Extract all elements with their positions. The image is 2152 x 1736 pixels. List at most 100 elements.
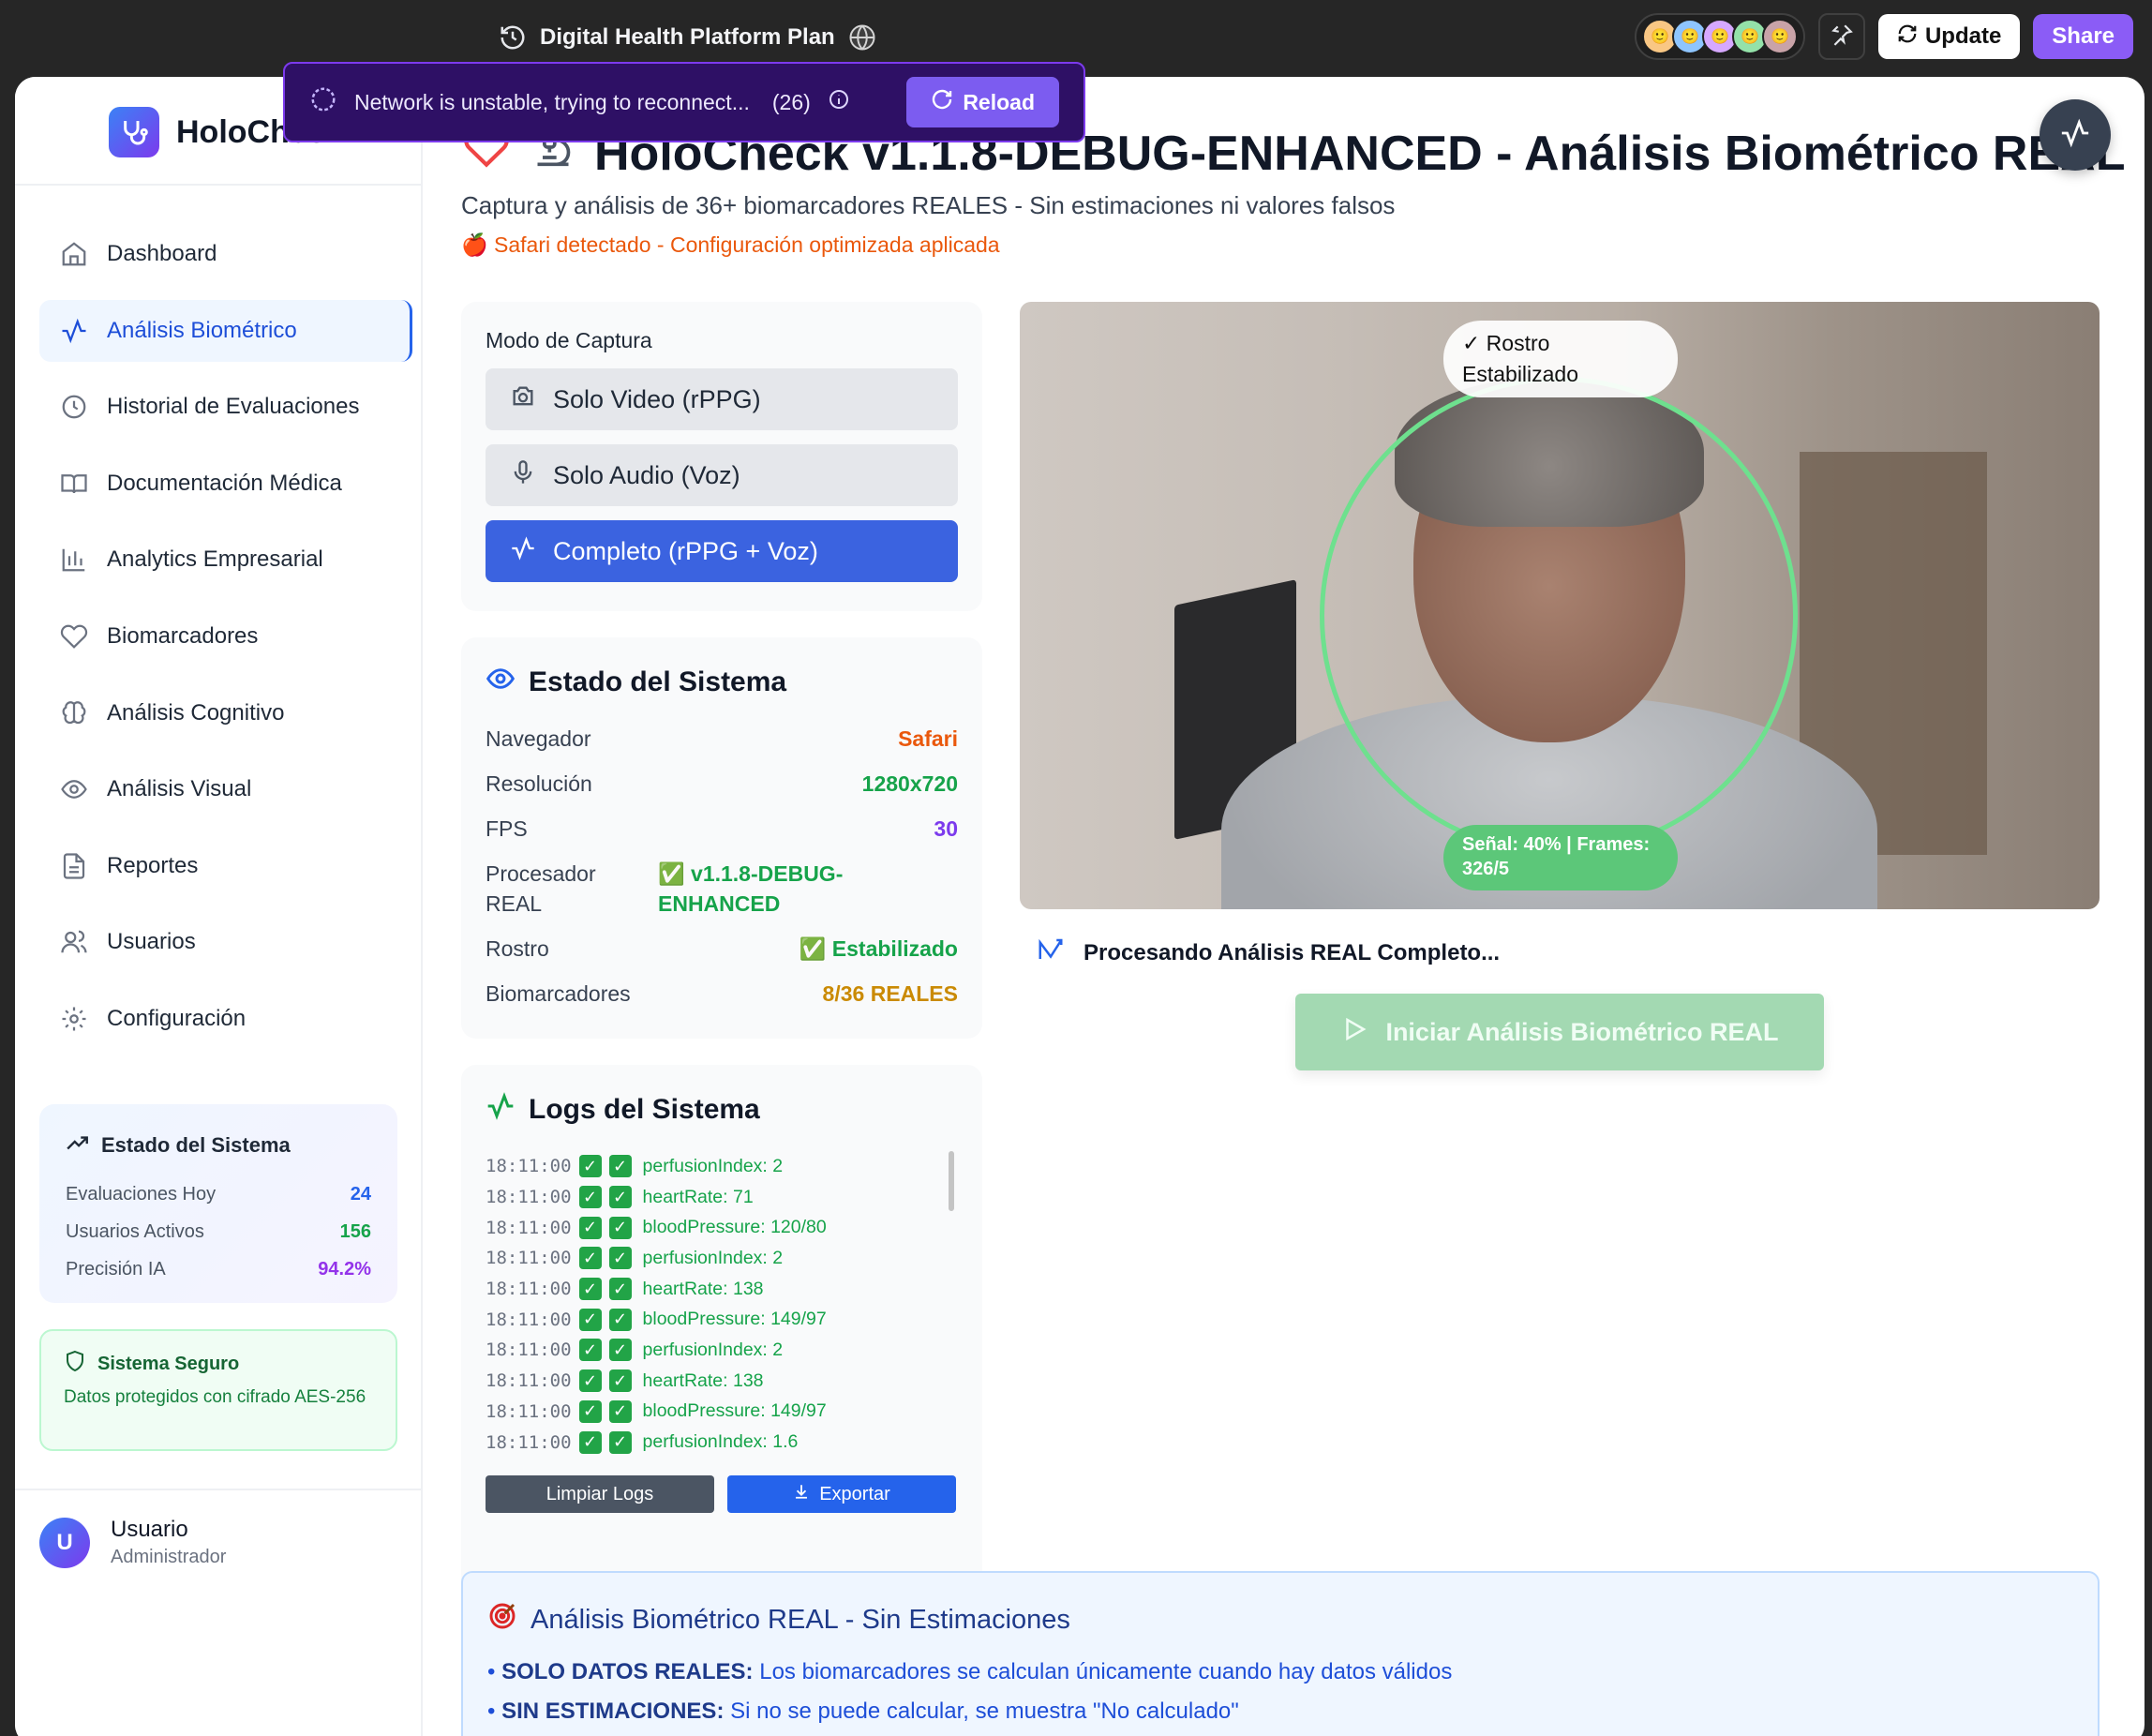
check-icon: ✓ — [578, 1430, 602, 1454]
sidebar-item-biomarcadores[interactable]: Biomarcadores — [39, 606, 412, 667]
log-entry: 18:11:00 ✓ ✓ heartRate: 138 — [486, 1369, 764, 1393]
avatar-icon: 🙂 — [1761, 19, 1798, 54]
target-icon — [487, 1601, 517, 1639]
clock-icon — [58, 391, 90, 423]
sidebar-item-historial[interactable]: Historial de Evaluaciones — [39, 376, 412, 438]
check-icon: ✓ — [608, 1278, 632, 1301]
sidebar-item-documentacion[interactable]: Documentación Médica — [39, 453, 412, 515]
status-row: Evaluaciones Hoy 24 — [66, 1183, 371, 1205]
scrollbar[interactable] — [949, 1151, 954, 1211]
eye-icon — [486, 664, 516, 701]
log-entry: 18:11:00 ✓ ✓ perfusionIndex: 2 — [486, 1247, 784, 1270]
activity-icon — [2059, 117, 2091, 154]
processing-status: Procesando Análisis REAL Completo... — [1037, 935, 1500, 970]
logs-title: Logs del Sistema — [486, 1091, 958, 1129]
trending-up-icon — [66, 1130, 90, 1160]
pin-icon — [1830, 22, 1854, 52]
state-row-navegador: Navegador Safari — [486, 726, 958, 751]
app-frame: HoloCheck Dashboard Análisis Biométrico … — [15, 77, 2145, 1736]
check-icon: ✓ — [608, 1155, 632, 1178]
secure-text: Datos protegidos con cifrado AES-256 — [64, 1387, 366, 1407]
info-title: Análisis Biométrico REAL - Sin Estimacio… — [487, 1601, 2073, 1639]
info-line: • SOLO DATOS REALES: Los biomarcadores s… — [487, 1659, 1453, 1684]
sidebar-item-analisis-biometrico[interactable]: Análisis Biométrico — [39, 299, 412, 362]
camera-icon — [510, 383, 536, 416]
info-box: Análisis Biométrico REAL - Sin Estimacio… — [461, 1571, 2100, 1736]
check-icon: ✓ — [608, 1430, 632, 1454]
sidebar-item-visual[interactable]: Análisis Visual — [39, 758, 412, 820]
update-button[interactable]: Update — [1877, 14, 2021, 59]
collaborator-avatars[interactable]: 🙂 🙂 🙂 🙂 🙂 — [1634, 13, 1805, 60]
user-profile[interactable]: U Usuario Administrador — [39, 1517, 226, 1568]
sidebar-status-card: Estado del Sistema Evaluaciones Hoy 24 U… — [39, 1104, 397, 1303]
globe-icon[interactable] — [848, 23, 876, 52]
clear-logs-button[interactable]: Limpiar Logs — [486, 1475, 714, 1513]
state-row-fps: FPS 30 — [486, 816, 958, 841]
check-icon: ✓ — [578, 1186, 602, 1209]
check-icon: ✓ — [578, 1339, 602, 1362]
user-name: Usuario — [111, 1517, 188, 1542]
state-row-biomarcadores: Biomarcadores 8/36 REALES — [486, 981, 958, 1006]
log-entry: 18:11:00 ✓ ✓ perfusionIndex: 2 — [486, 1339, 784, 1362]
network-toast: Network is unstable, trying to reconnect… — [283, 62, 1085, 142]
info-icon[interactable] — [828, 88, 850, 116]
logs-panel: Logs del Sistema 18:11:00 ✓ ✓ perfusionInde… — [461, 1065, 982, 1609]
signal-badge: Señal: 40% | Frames: 326/5 — [1443, 825, 1678, 890]
mode-complete-button[interactable]: Completo (rPPG + Voz) — [486, 520, 958, 582]
sidebar-item-cognitivo[interactable]: Análisis Cognitivo — [39, 682, 412, 744]
check-icon: ✓ — [608, 1247, 632, 1270]
system-state-panel: Estado del Sistema Navegador Safari Reso… — [461, 637, 982, 1039]
check-icon: ✓ — [578, 1247, 602, 1270]
share-button[interactable]: Share — [2033, 14, 2133, 59]
sidebar-item-label: Análisis Visual — [107, 776, 252, 802]
mode-audio-button[interactable]: Solo Audio (Voz) — [486, 444, 958, 506]
bar-chart-icon — [58, 544, 90, 576]
pin-button[interactable] — [1817, 13, 1865, 60]
sidebar-nav: Dashboard Análisis Biométrico Historial … — [39, 223, 412, 1065]
status-row: Usuarios Activos 156 — [66, 1220, 371, 1242]
sidebar-item-label: Analytics Empresarial — [107, 546, 323, 573]
status-row: Precisión IA 94.2% — [66, 1258, 371, 1280]
sidebar-item-configuracion[interactable]: Configuración — [39, 988, 412, 1050]
shield-icon — [64, 1350, 86, 1378]
toast-count: (26) — [771, 89, 811, 114]
project-title[interactable]: Digital Health Platform Plan — [499, 19, 876, 56]
reload-button[interactable]: Reload — [906, 77, 1059, 127]
sidebar-item-usuarios[interactable]: Usuarios — [39, 911, 412, 973]
sidebar: HoloCheck Dashboard Análisis Biométrico … — [15, 77, 423, 1736]
sidebar-item-dashboard[interactable]: Dashboard — [39, 223, 412, 285]
log-list[interactable]: 18:11:00 ✓ ✓ perfusionIndex: 2 18:11:00 ✓ ✓ he… — [486, 1151, 958, 1460]
mode-video-button[interactable]: Solo Video (rPPG) — [486, 368, 958, 430]
sidebar-item-label: Dashboard — [107, 241, 217, 266]
brain-icon — [58, 697, 90, 729]
mic-icon — [510, 459, 536, 492]
history-icon[interactable] — [499, 23, 527, 52]
activity-fab-button[interactable] — [2040, 99, 2111, 171]
toast-message: Network is unstable, trying to reconnect… — [354, 89, 750, 114]
home-icon — [58, 238, 90, 270]
face-status-badge: ✓ Rostro Estabilizado — [1443, 321, 1678, 397]
check-icon: ✓ — [608, 1216, 632, 1239]
check-icon: ✓ — [608, 1186, 632, 1209]
activity-icon — [58, 315, 90, 347]
capture-mode-panel: Modo de Captura Solo Video (rPPG) Solo A… — [461, 302, 982, 611]
stethoscope-icon — [109, 107, 159, 157]
sidebar-item-label: Documentación Médica — [107, 470, 342, 496]
sidebar-item-reportes[interactable]: Reportes — [39, 835, 412, 897]
sidebar-item-label: Reportes — [107, 852, 199, 878]
camera-feed: ✓ Rostro Estabilizado Señal: 40% | Frame… — [1020, 302, 2100, 909]
user-role: Administrador — [111, 1547, 227, 1567]
sidebar-item-analytics[interactable]: Analytics Empresarial — [39, 529, 412, 591]
log-entry: 18:11:00 ✓ ✓ perfusionIndex: 1.6 — [486, 1430, 799, 1454]
log-entry: 18:11:00 ✓ ✓ heartRate: 71 — [486, 1186, 754, 1209]
start-analysis-button[interactable]: Iniciar Análisis Biométrico REAL — [1295, 994, 1824, 1070]
secure-title: Sistema Seguro — [64, 1350, 373, 1378]
download-icon — [793, 1483, 810, 1505]
log-entry: 18:11:00 ✓ ✓ bloodPressure: 149/97 — [486, 1399, 827, 1423]
check-icon: ✓ — [608, 1339, 632, 1362]
sidebar-item-label: Análisis Cognitivo — [107, 699, 285, 726]
export-button[interactable]: Exportar — [727, 1475, 956, 1513]
log-entry: 18:11:00 ✓ ✓ heartRate: 138 — [486, 1278, 764, 1301]
safari-note: 🍎 Safari detectado - Configuración optim… — [461, 232, 1000, 257]
log-entry: 18:11:00 ✓ ✓ perfusionIndex: 2 — [486, 1155, 784, 1178]
